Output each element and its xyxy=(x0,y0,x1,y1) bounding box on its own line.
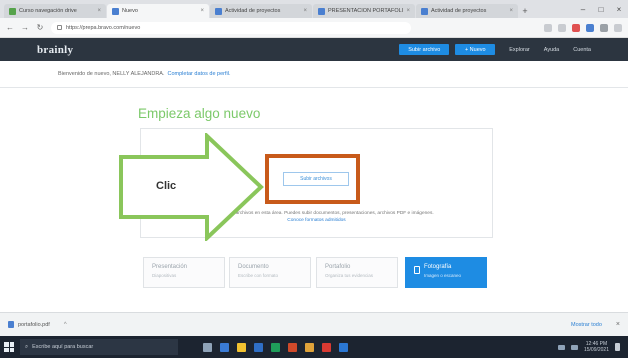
windows-start-icon[interactable] xyxy=(4,342,14,352)
extension-icon[interactable] xyxy=(544,23,552,32)
task-view-icon[interactable] xyxy=(203,342,212,352)
welcome-text: Bienvenido de nuevo, NELLY ALEJANDRA. xyxy=(58,71,165,77)
tile-presentation[interactable]: Presentación Diapositivas xyxy=(143,257,225,288)
taskbar-search-input[interactable]: ⌕ Escribe aquí para buscar xyxy=(20,339,178,355)
photo-icon xyxy=(414,266,420,274)
nav-link-help[interactable]: Ayuda xyxy=(544,47,560,53)
complete-profile-link[interactable]: Completar datos de perfil. xyxy=(168,71,231,77)
taskbar-search-placeholder: Escribe aquí para buscar xyxy=(32,344,94,350)
tile-photo[interactable]: Fotografía Imagen o escaneo xyxy=(405,257,487,288)
app-icon[interactable] xyxy=(305,342,314,352)
close-window-icon[interactable]: × xyxy=(610,0,628,18)
lock-icon xyxy=(57,25,62,30)
app-logo[interactable]: brainly xyxy=(37,44,73,56)
page-icon xyxy=(112,7,119,15)
upload-button[interactable]: Subir archivo xyxy=(399,44,450,55)
extensions xyxy=(544,23,622,32)
nav-link-explore[interactable]: Explorar xyxy=(509,47,529,53)
tile-subtitle: Escribe con formato xyxy=(238,273,279,278)
minimize-icon[interactable]: – xyxy=(574,0,592,18)
tile-title: Documento xyxy=(238,264,269,270)
tile-subtitle: Organiza tus evidencias xyxy=(325,273,374,278)
chevron-up-icon[interactable]: ^ xyxy=(64,322,67,328)
close-icon[interactable]: × xyxy=(509,8,513,14)
close-icon[interactable]: × xyxy=(616,321,620,328)
tile-title: Portafolio xyxy=(325,264,351,270)
powerpoint-icon[interactable] xyxy=(288,342,297,352)
clock-date: 15/09/2021 xyxy=(583,347,609,353)
url-text: https://prepa.bravo.com/nuevo xyxy=(66,24,141,31)
new-button[interactable]: + Nuevo xyxy=(455,44,496,55)
extension-icon[interactable] xyxy=(558,23,566,32)
chrome-icon[interactable] xyxy=(322,342,331,352)
annotation-highlight-box xyxy=(265,154,360,204)
app-header: brainly Subir archivo + Nuevo Explorar A… xyxy=(0,38,628,61)
browser-tab[interactable]: Actividad de proyectos × xyxy=(210,4,312,18)
close-icon[interactable]: × xyxy=(406,8,410,14)
url-input[interactable]: https://prepa.bravo.com/nuevo xyxy=(51,21,411,34)
page-icon xyxy=(421,7,428,15)
tile-subtitle: Diapositivas xyxy=(152,273,177,278)
close-icon[interactable]: × xyxy=(200,8,204,14)
drive-icon xyxy=(9,7,16,15)
page-icon xyxy=(215,7,222,15)
folder-icon[interactable] xyxy=(237,342,246,352)
close-icon[interactable]: × xyxy=(97,8,101,14)
browser-tab[interactable]: Actividad de proyectos × xyxy=(416,4,518,18)
tile-document[interactable]: Documento Escribe con formato xyxy=(229,257,311,288)
page-title: Empieza algo nuevo xyxy=(138,106,261,121)
extension-icon[interactable] xyxy=(572,23,580,32)
network-icon[interactable] xyxy=(557,344,565,350)
close-icon[interactable]: × xyxy=(303,8,307,14)
show-all-downloads-link[interactable]: Mostrar todo xyxy=(571,322,602,328)
welcome-banner: Bienvenido de nuevo, NELLY ALEJANDRA. Com… xyxy=(0,61,628,88)
system-tray: 12:46 PM 15/09/2021 xyxy=(557,341,628,353)
search-icon: ⌕ xyxy=(25,343,29,350)
browser-tab-bar: Curso navegación drive × Nuevo × Actividad… xyxy=(0,0,628,18)
tile-title: Presentación xyxy=(152,264,188,270)
browser-tab[interactable]: Curso navegación drive × xyxy=(4,4,106,18)
page-icon xyxy=(318,7,325,15)
back-icon[interactable]: ← xyxy=(6,23,14,32)
app-nav: Subir archivo + Nuevo Explorar Ayuda Cue… xyxy=(399,44,591,55)
download-item[interactable]: portafolio.pdf ^ xyxy=(8,321,67,328)
tile-title: Fotografía xyxy=(424,264,452,270)
extension-icon[interactable] xyxy=(586,23,594,32)
notifications-icon[interactable] xyxy=(615,343,620,351)
taskbar-apps xyxy=(203,342,348,352)
maximize-icon[interactable]: □ xyxy=(592,0,610,18)
window-controls: – □ × xyxy=(574,0,628,18)
excel-icon[interactable] xyxy=(271,342,280,352)
address-bar: ← → ↻ https://prepa.bravo.com/nuevo xyxy=(0,18,628,38)
forward-icon[interactable]: → xyxy=(21,23,29,32)
tile-subtitle: Imagen o escaneo xyxy=(424,273,462,278)
profile-avatar[interactable] xyxy=(600,23,608,32)
menu-icon[interactable] xyxy=(614,23,622,32)
tile-portfolio[interactable]: Portafolio Organiza tus evidencias xyxy=(316,257,398,288)
nav-link-account[interactable]: Cuenta xyxy=(573,47,591,53)
volume-icon[interactable] xyxy=(570,344,578,350)
app-icon[interactable] xyxy=(339,342,348,352)
downloads-bar: portafolio.pdf ^ Mostrar todo × xyxy=(0,312,628,336)
word-icon[interactable] xyxy=(254,342,263,352)
os-taskbar: ⌕ Escribe aquí para buscar 12:46 PM 15/0… xyxy=(0,336,628,358)
new-tab-icon[interactable]: + xyxy=(519,4,531,18)
browser-tab[interactable]: PRESENTACIÓN PORTAFOLIO × xyxy=(313,4,415,18)
clock[interactable]: 12:46 PM 15/09/2021 xyxy=(584,341,609,353)
reload-icon[interactable]: ↻ xyxy=(36,23,44,32)
annotation-clic-label: Clic xyxy=(156,180,177,192)
pdf-file-icon xyxy=(8,321,14,328)
app-icon[interactable] xyxy=(220,342,229,352)
download-filename: portafolio.pdf xyxy=(18,321,50,328)
annotation-arrow-icon xyxy=(119,133,264,241)
browser-tab-active[interactable]: Nuevo × xyxy=(107,4,209,18)
